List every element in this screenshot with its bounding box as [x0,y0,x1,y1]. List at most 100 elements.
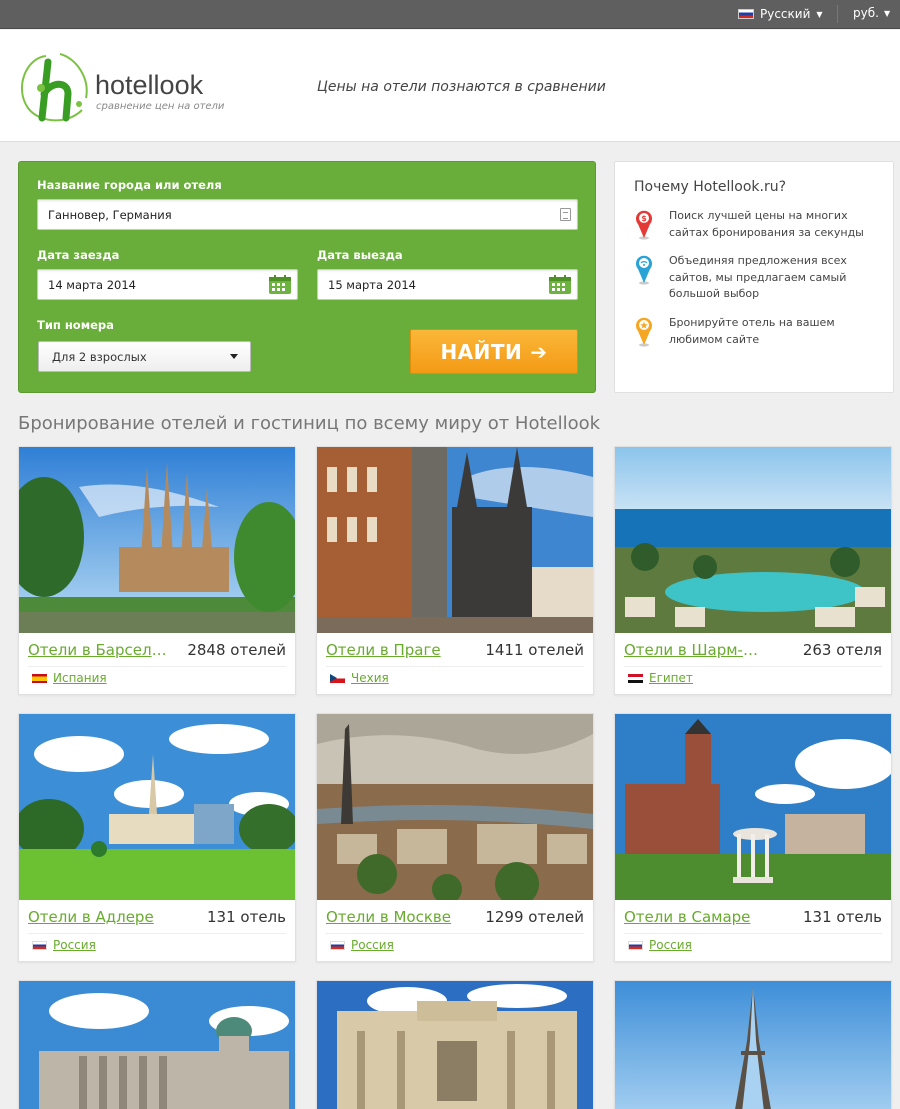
country-name: Россия [53,938,96,952]
sharm-photo[interactable] [615,447,891,633]
hotellook-logo-icon [21,53,88,122]
dollar-pin-icon: $ [636,210,652,240]
hotel-count: 263 отеля [802,641,882,659]
hotel-count: 1411 отелей [485,641,584,659]
country-link[interactable]: Россия [330,938,394,952]
city-card[interactable]: Отели в Москве 1299 отелей Россия [316,713,594,962]
divider [326,666,584,667]
divider [28,933,286,934]
city-card[interactable]: Отели в Барселоне 2848 отелей Испания [18,446,296,695]
currency-label: руб. [853,6,879,20]
city-input-value: Ганновер, Германия [48,207,172,222]
calendar-icon[interactable] [549,275,571,294]
document-icon [560,208,571,221]
city-card[interactable] [18,980,296,1109]
moscow-photo[interactable] [317,714,593,900]
country-name: Чехия [351,671,389,685]
city-card[interactable] [614,980,892,1109]
russia-flag-icon [738,9,754,19]
hotel-count: 2848 отелей [187,641,286,659]
country-name: Египет [649,671,693,685]
country-link[interactable]: Египет [628,671,693,685]
checkout-date-input[interactable]: 15 марта 2014 [317,269,578,300]
arrow-right-icon: ➔ [530,339,548,364]
why-item: Бронируйте отель на вашем любимом сайте [634,315,884,348]
adler-photo[interactable] [19,714,295,900]
prague-photo[interactable] [317,447,593,633]
star-pin-icon [636,317,652,347]
country-link[interactable]: Испания [32,671,107,685]
country-link[interactable]: Чехия [330,671,389,685]
country-name: Россия [351,938,394,952]
checkout-value: 15 марта 2014 [328,277,416,292]
barcelona-photo[interactable] [19,447,295,633]
russia-flag-icon [628,940,643,950]
top-bar: Русский ▼ руб. ▼ [0,0,900,29]
checkin-date-input[interactable]: 14 марта 2014 [37,269,298,300]
checkout-label: Дата выезда [317,248,403,262]
city-link[interactable]: Отели в Шарм-эль-Шейхе [624,641,764,659]
spain-flag-icon [32,673,47,683]
divider [837,5,838,23]
divider [326,933,584,934]
city-link[interactable]: Отели в Адлере [28,908,168,926]
city-input[interactable]: Ганновер, Германия [37,199,578,230]
chevron-down-icon [230,354,238,359]
language-selector[interactable]: Русский ▼ [738,6,823,22]
hotel-count: 131 отель [803,908,882,926]
checkin-value: 14 марта 2014 [48,277,136,292]
room-type-label: Тип номера [37,318,114,332]
find-button-label: НАЙТИ [440,339,523,364]
chevron-down-icon: ▼ [883,8,891,18]
city-card[interactable]: Отели в Шарм-эль-Шейхе 263 отеля Египет [614,446,892,695]
svg-text:$: $ [641,214,647,223]
czech-flag-icon [330,673,345,683]
calendar-icon[interactable] [269,275,291,294]
city-label: Название города или отеля [37,178,222,192]
why-item: Объединяя предложения всех сайтов, мы пр… [634,253,884,303]
divider [28,666,286,667]
country-name: Испания [53,671,107,685]
section-title: Бронирование отелей и гостиниц по всему … [18,413,601,434]
rome-photo[interactable] [317,981,593,1109]
city-link[interactable]: Отели в Праге [326,641,466,659]
header: hotellook сравнение цен на отели Цены на… [0,30,900,142]
city-card[interactable]: Отели в Праге 1411 отелей Чехия [316,446,594,695]
country-name: Россия [649,938,692,952]
egypt-flag-icon [628,673,643,683]
russia-flag-icon [32,940,47,950]
city-card[interactable] [316,980,594,1109]
saint-petersburg-photo[interactable] [19,981,295,1109]
logo[interactable]: hotellook сравнение цен на отели [16,48,236,128]
search-form: Название города или отеля Ганновер, Герм… [18,161,596,393]
room-type-value: Для 2 взрослых [52,349,147,364]
find-button[interactable]: НАЙТИ ➔ [410,329,578,374]
city-card[interactable]: Отели в Самаре 131 отель Россия [614,713,892,962]
why-item: $ Поиск лучшей цены на многих сайтах бро… [634,208,884,241]
city-link[interactable]: Отели в Самаре [624,908,764,926]
country-link[interactable]: Россия [628,938,692,952]
why-item-text: Бронируйте отель на вашем любимом сайте [669,316,835,346]
city-link[interactable]: Отели в Барселоне [28,641,168,659]
checkin-label: Дата заезда [37,248,120,262]
paris-photo[interactable] [615,981,891,1109]
currency-selector[interactable]: руб. ▼ [853,6,890,20]
divider [624,666,882,667]
language-label: Русский [760,7,811,21]
why-hotellook-box: Почему Hotellook.ru? $ Поиск лучшей цены… [614,161,894,393]
chevron-down-icon: ▼ [816,9,823,19]
russia-flag-icon [330,940,345,950]
room-type-select[interactable]: Для 2 взрослых [38,341,251,372]
divider [624,933,882,934]
country-link[interactable]: Россия [32,938,96,952]
wifi-pin-icon [636,255,652,285]
why-item-text: Объединяя предложения всех сайтов, мы пр… [669,254,847,300]
samara-photo[interactable] [615,714,891,900]
city-link[interactable]: Отели в Москве [326,908,466,926]
hotel-count: 1299 отелей [485,908,584,926]
why-title: Почему Hotellook.ru? [634,179,786,195]
logo-tagline: сравнение цен на отели [96,101,225,112]
slogan: Цены на отели познаются в сравнении [317,79,606,95]
city-card[interactable]: Отели в Адлере 131 отель Россия [18,713,296,962]
logo-name: hotellook [95,70,204,100]
